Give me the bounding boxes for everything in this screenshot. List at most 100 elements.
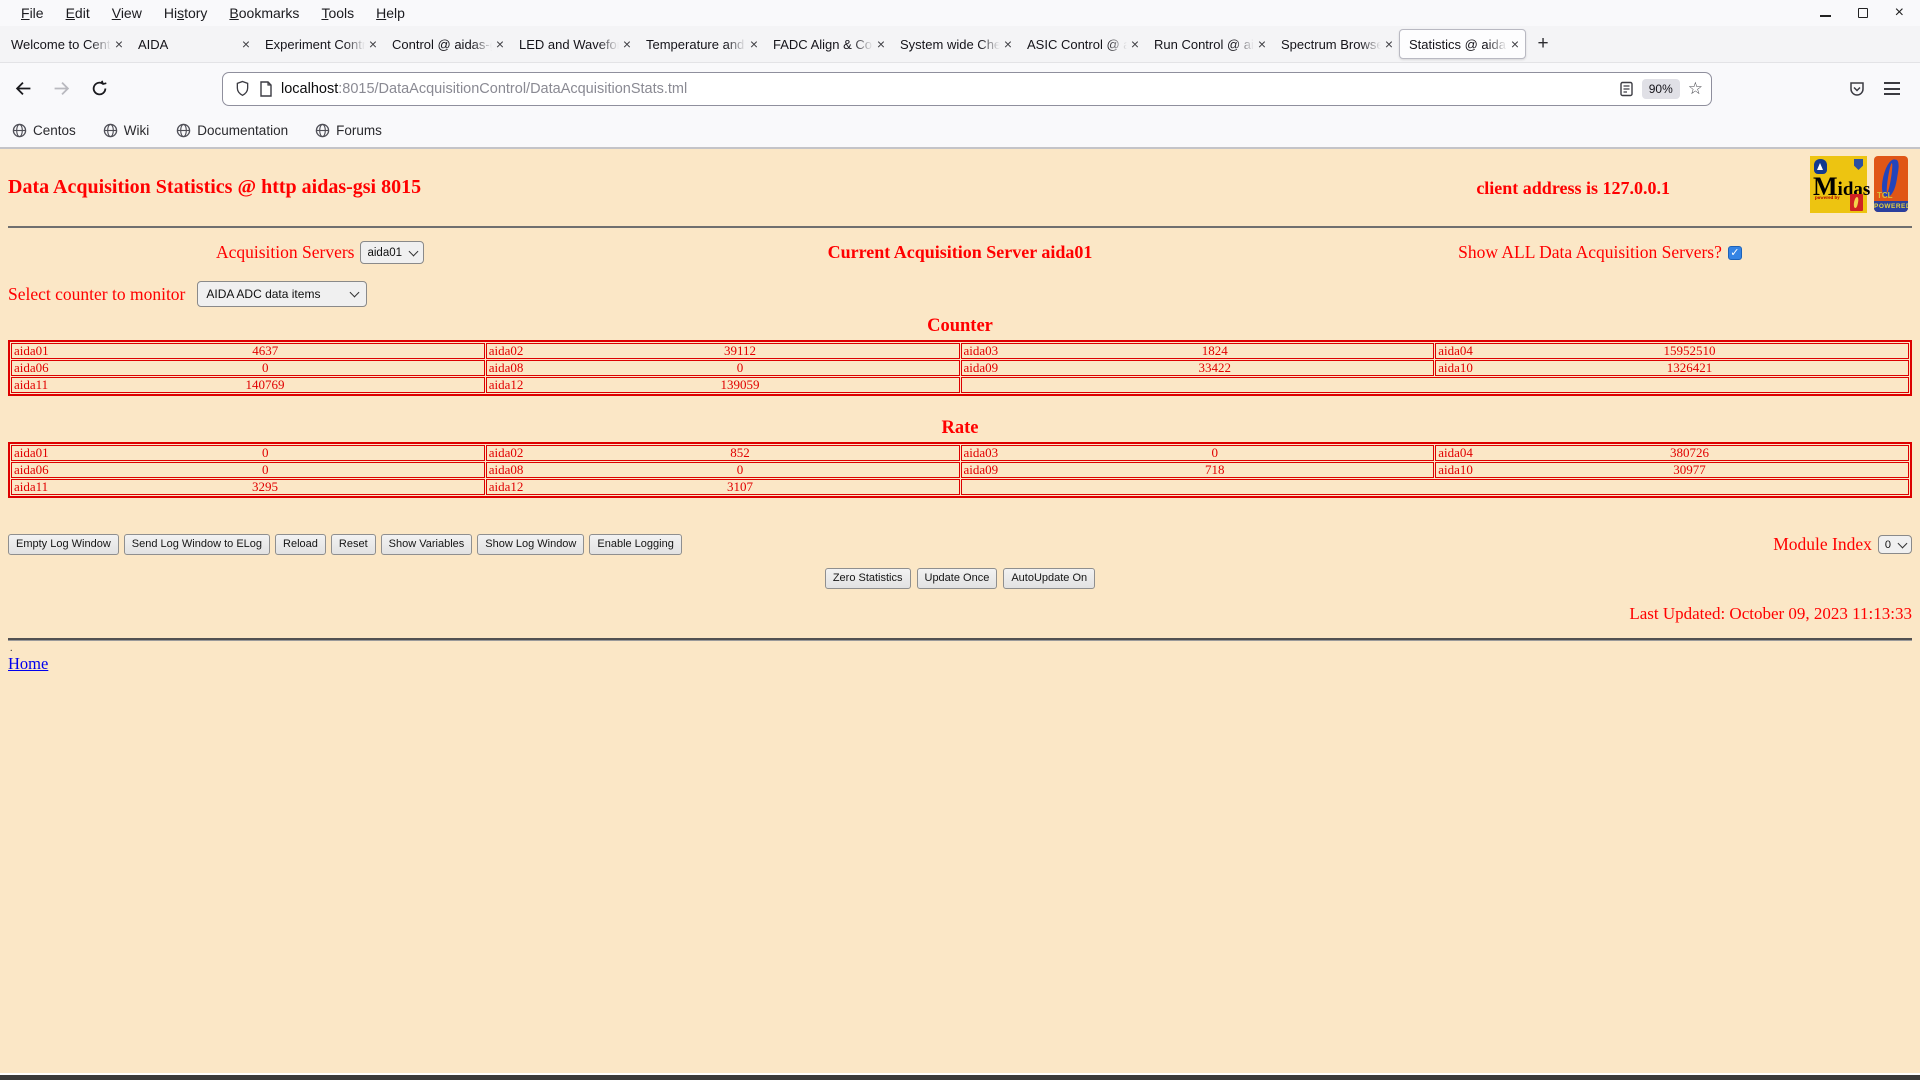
forward-icon[interactable] xyxy=(46,74,76,104)
tab-close-icon[interactable]: × xyxy=(365,36,377,52)
tcl-powered-logo: TCL POWERED xyxy=(1874,156,1908,212)
home-link[interactable]: Home xyxy=(8,654,48,674)
tab-fadc-align[interactable]: FADC Align & Contr× xyxy=(764,29,891,59)
tab-welcome-centos[interactable]: Welcome to CentOS× xyxy=(2,29,129,59)
tab-spectrum-browser[interactable]: Spectrum Browser × xyxy=(1272,29,1399,59)
tab-close-icon[interactable]: × xyxy=(1127,36,1139,52)
bookmark-star-icon[interactable]: ☆ xyxy=(1688,80,1703,97)
menu-history[interactable]: History xyxy=(153,5,219,21)
tab-close-icon[interactable]: × xyxy=(111,36,123,52)
tab-close-icon[interactable]: × xyxy=(619,36,631,52)
show-all-checkbox[interactable]: ✓ xyxy=(1727,245,1742,260)
new-tab-button[interactable]: + xyxy=(1526,29,1560,59)
module-index-select[interactable]: 0 xyxy=(1877,535,1912,554)
tab-statistics-active[interactable]: Statistics @ aidas-g× xyxy=(1399,29,1526,59)
acquisition-servers-label: Acquisition Servers xyxy=(215,242,355,262)
show-all-label: Show ALL Data Acquisition Servers? xyxy=(1458,242,1722,262)
url-bar[interactable]: localhost:8015/DataAcquisitionControl/Da… xyxy=(222,71,1712,106)
shield-icon[interactable] xyxy=(235,80,250,97)
tab-close-icon[interactable]: × xyxy=(1381,36,1393,52)
table-row: aida06 0 aida08 0 aida09 33422 aida10 132642… xyxy=(11,360,1909,376)
show-all-cell: Show ALL Data Acquisition Servers? ✓ xyxy=(1280,242,1920,263)
menu-view[interactable]: View xyxy=(101,5,153,21)
counter-type-select[interactable]: AIDA ADC data items xyxy=(197,281,368,307)
browser-window: File Edit View History Bookmarks Tools H… xyxy=(0,0,1920,1080)
bookmark-wiki[interactable]: Wiki xyxy=(103,123,149,138)
tcl-mini-icon xyxy=(1850,194,1863,211)
empty-log-window-button[interactable]: Empty Log Window xyxy=(8,534,119,555)
pocket-icon[interactable] xyxy=(1848,80,1866,98)
module-index-label: Module Index xyxy=(1773,534,1872,554)
module-index-box: Module Index 0 xyxy=(1773,534,1912,555)
shield-badge-icon xyxy=(1854,159,1863,170)
show-variables-button[interactable]: Show Variables xyxy=(380,534,473,555)
bookmark-documentation[interactable]: Documentation xyxy=(176,123,288,138)
tab-close-icon[interactable]: × xyxy=(1000,36,1012,52)
enable-logging-button[interactable]: Enable Logging xyxy=(589,534,682,555)
tab-experiment-control[interactable]: Experiment Control× xyxy=(256,29,383,59)
page-content: Data Acquisition Statistics @ http aidas… xyxy=(0,149,1920,1073)
table-row: aida11 140769 aida12 139059 xyxy=(11,377,1909,393)
tab-asic-control[interactable]: ASIC Control @ aida× xyxy=(1018,29,1145,59)
send-log-to-elog-button[interactable]: Send Log Window to ELog xyxy=(123,534,271,555)
app-menu-icon[interactable] xyxy=(1884,82,1900,95)
window-controls: × xyxy=(1819,5,1904,21)
tab-temperature[interactable]: Temperature and sy× xyxy=(637,29,764,59)
tab-close-icon[interactable]: × xyxy=(746,36,758,52)
close-window-icon[interactable]: × xyxy=(1895,5,1904,21)
tab-aida[interactable]: AIDA × xyxy=(129,29,256,59)
tab-close-icon[interactable]: × xyxy=(238,36,250,52)
menu-bookmarks[interactable]: Bookmarks xyxy=(218,5,310,21)
globe-icon xyxy=(177,123,191,138)
reload-button[interactable]: Reload xyxy=(275,534,326,555)
tab-run-control[interactable]: Run Control @ aidas× xyxy=(1145,29,1272,59)
tab-close-icon[interactable]: × xyxy=(873,36,885,52)
minimize-icon[interactable] xyxy=(1819,15,1831,17)
reload-icon[interactable] xyxy=(84,74,114,104)
tab-close-icon[interactable]: × xyxy=(492,36,504,52)
reset-button[interactable]: Reset xyxy=(330,534,376,555)
globe-icon xyxy=(103,123,118,138)
bookmark-centos[interactable]: Centos xyxy=(12,123,76,138)
current-server-text: Current Acquisition Server aida01 xyxy=(827,242,1093,262)
server-controls-row: Acquisition Servers aida01 Current Acqui… xyxy=(0,241,1920,264)
select-counter-label: Select counter to monitor xyxy=(8,283,186,304)
empty-cell xyxy=(960,377,1909,393)
table-row: aida11 3295 aida12 3107 xyxy=(11,479,1909,495)
log-buttons-row: Empty Log Window Send Log Window to ELog… xyxy=(8,534,1912,555)
zoom-level-badge[interactable]: 90% xyxy=(1641,78,1680,99)
acquisition-server-select[interactable]: aida01 xyxy=(360,241,425,264)
maximize-icon[interactable] xyxy=(1857,8,1868,18)
menu-file[interactable]: File xyxy=(10,5,55,21)
counter-table: aida01 4637 aida02 39112 aida03 1824 aida04… xyxy=(8,340,1912,396)
bookmark-forums[interactable]: Forums xyxy=(315,123,382,138)
tab-close-icon[interactable]: × xyxy=(1507,36,1519,52)
update-once-button[interactable]: Update Once xyxy=(916,568,998,589)
tab-led-waveform[interactable]: LED and Waveform× xyxy=(510,29,637,59)
back-icon[interactable] xyxy=(8,74,38,104)
globe-icon xyxy=(12,123,27,138)
tab-control-aidas[interactable]: Control @ aidas-gsi× xyxy=(383,29,510,59)
page-proxy-icon[interactable] xyxy=(259,80,273,97)
rate-table: aida01 0 aida02 852 aida03 0 aida04 380726 a… xyxy=(8,442,1912,498)
reader-mode-icon[interactable] xyxy=(1619,81,1634,97)
menu-help[interactable]: Help xyxy=(365,5,416,21)
menu-edit[interactable]: Edit xyxy=(55,5,101,21)
divider xyxy=(8,638,1912,641)
tab-close-icon[interactable]: × xyxy=(1254,36,1266,52)
tab-bar: Welcome to CentOS× AIDA× Experiment Cont… xyxy=(0,26,1920,62)
midas-logo: Midas powered by xyxy=(1810,156,1870,213)
rate-heading: Rate xyxy=(941,418,979,438)
counter-heading: Counter xyxy=(927,316,993,336)
autoupdate-on-button[interactable]: AutoUpdate On xyxy=(1003,568,1096,589)
counter-select-row: Select counter to monitor AIDA ADC data … xyxy=(0,281,1920,307)
show-log-window-button[interactable]: Show Log Window xyxy=(477,534,585,555)
menu-tools[interactable]: Tools xyxy=(310,5,365,21)
menu-bar: File Edit View History Bookmarks Tools H… xyxy=(0,0,1920,26)
navigation-toolbar: localhost:8015/DataAcquisitionControl/Da… xyxy=(0,62,1920,114)
url-text[interactable]: localhost:8015/DataAcquisitionControl/Da… xyxy=(281,81,687,97)
tab-system-check[interactable]: System wide Check× xyxy=(891,29,1018,59)
zero-statistics-button[interactable]: Zero Statistics xyxy=(824,568,911,589)
empty-cell xyxy=(960,479,1909,495)
acquisition-servers-cell: Acquisition Servers aida01 xyxy=(0,241,640,264)
